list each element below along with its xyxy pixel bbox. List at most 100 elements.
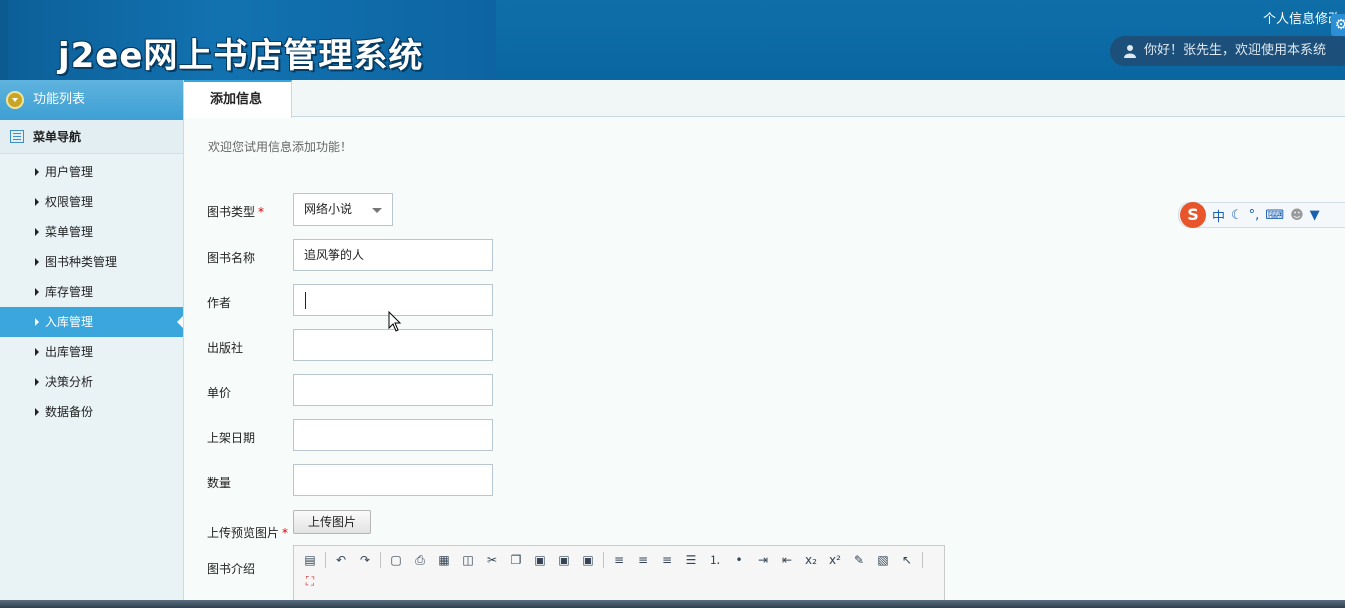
caret-right-icon (35, 288, 39, 296)
sidebar-item-inventory-management[interactable]: 库存管理 (0, 277, 183, 307)
print-icon[interactable]: ⎙ (410, 551, 430, 569)
welcome-text: 你好！张先生，欢迎使用本系统 (1144, 43, 1327, 58)
outdent-icon[interactable]: ⇤ (777, 551, 797, 569)
upload-image-button[interactable]: 上传图片 (293, 510, 371, 534)
ime-mode[interactable]: 中 (1212, 206, 1225, 225)
profile-edit-link[interactable]: 个人信息修改 (1263, 8, 1341, 27)
publisher-label: 出版社 (207, 341, 244, 355)
keyboard-icon[interactable]: ⌨ (1265, 208, 1284, 223)
author-label: 作者 (207, 296, 232, 310)
sidebar-item-book-category-management[interactable]: 图书种类管理 (0, 247, 183, 277)
ime-logo: S (1180, 202, 1206, 228)
sidebar-item-decision-analysis[interactable]: 决策分析 (0, 367, 183, 397)
app-header: j2ee网上书店管理系统 个人信息修改 ⚙ 你好！张先生，欢迎使用本系统 (0, 0, 1345, 80)
function-list-header[interactable]: 功能列表 (0, 80, 183, 120)
toolbar-separator (603, 552, 604, 568)
form-row-quantity: 数量 (207, 464, 607, 496)
sidebar-item-permission-management[interactable]: 权限管理 (0, 187, 183, 217)
toolbar-separator (380, 552, 381, 568)
align-center-icon[interactable]: ≡ (633, 551, 653, 569)
cut-icon[interactable]: ✂ (482, 551, 502, 569)
required-mark: * (282, 526, 289, 540)
editor-toolbar-row-1: ▤ ↶ ↷ ▢ ⎙ ▦ ◫ ✂ ❐ ▣ ▣ ▣ ≡ ≡ ≡ ☰ ⒈ • ⇥ ⇤ … (300, 550, 928, 570)
tab-add-info[interactable]: 添加信息 (184, 80, 292, 118)
pointer-icon[interactable]: ↖ (897, 551, 917, 569)
chevron-down-icon (372, 208, 382, 213)
form-row-author: 作者 (207, 284, 607, 316)
template-icon[interactable]: ▦ (434, 551, 454, 569)
caret-right-icon (35, 258, 39, 266)
sidebar-item-label: 库存管理 (45, 285, 94, 299)
select-all-icon[interactable]: ▧ (873, 551, 893, 569)
upload-label-text: 上传预览图片 (207, 526, 280, 540)
upload-label: 上传预览图片 * (207, 524, 288, 541)
welcome-message: 你好！张先生，欢迎使用本系统 (1110, 36, 1345, 66)
quantity-field[interactable] (293, 464, 493, 496)
function-list-label: 功能列表 (33, 92, 86, 107)
caret-right-icon (35, 318, 39, 326)
user-icon (1124, 45, 1136, 58)
book-intro-label: 图书介绍 (207, 562, 256, 576)
paste-word-icon[interactable]: ▣ (578, 551, 598, 569)
main-content: 添加信息 欢迎您试用信息添加功能！ 图书类型 * 网络小说 图书名称 追风筝的人 … (184, 80, 1345, 608)
nav-list: 用户管理 权限管理 菜单管理 图书种类管理 库存管理 入库管理 出库管理 决策分… (0, 157, 183, 427)
subscript-icon[interactable]: x₂ (801, 551, 821, 569)
shirt-icon[interactable]: ▼ (1310, 208, 1320, 223)
clear-format-icon[interactable]: ✎ (849, 551, 869, 569)
superscript-icon[interactable]: x² (825, 551, 845, 569)
form-row-book-name: 图书名称 追风筝的人 (207, 239, 607, 271)
sidebar-item-label: 图书种类管理 (45, 255, 118, 269)
moon-icon[interactable]: ☾ (1231, 208, 1243, 223)
sidebar-item-stock-in-management[interactable]: 入库管理 (0, 307, 183, 337)
book-type-selected-value: 网络小说 (304, 202, 353, 216)
shelf-date-label: 上架日期 (207, 431, 256, 445)
caret-right-icon (35, 408, 39, 416)
book-type-label: 图书类型 * (207, 203, 264, 220)
indent-icon[interactable]: ⇥ (753, 551, 773, 569)
paste-icon[interactable]: ▣ (530, 551, 550, 569)
form-row-publisher: 出版社 (207, 329, 607, 361)
sidebar-item-label: 入库管理 (45, 315, 94, 329)
caret-right-icon (35, 378, 39, 386)
sidebar-item-label: 用户管理 (45, 165, 94, 179)
align-justify-icon[interactable]: ☰ (681, 551, 701, 569)
menu-nav-header[interactable]: 菜单导航 (0, 120, 183, 154)
fullscreen-icon[interactable]: ⛶ (300, 572, 320, 590)
quantity-label: 数量 (207, 476, 232, 490)
preview-icon[interactable]: ▢ (386, 551, 406, 569)
code-icon[interactable]: ◫ (458, 551, 478, 569)
toolbar-separator (325, 552, 326, 568)
rich-text-editor[interactable]: ▤ ↶ ↷ ▢ ⎙ ▦ ◫ ✂ ❐ ▣ ▣ ▣ ≡ ≡ ≡ ☰ ⒈ • ⇥ ⇤ … (293, 545, 945, 608)
ordered-list-icon[interactable]: ⒈ (705, 551, 725, 569)
price-field[interactable] (293, 374, 493, 406)
settings-corner-icon[interactable]: ⚙ (1331, 14, 1345, 36)
text-caret (305, 292, 306, 309)
shelf-date-field[interactable] (293, 419, 493, 451)
caret-right-icon (35, 228, 39, 236)
paste-text-icon[interactable]: ▣ (554, 551, 574, 569)
sidebar-item-user-management[interactable]: 用户管理 (0, 157, 183, 187)
undo-icon[interactable]: ↶ (331, 551, 351, 569)
copy-icon[interactable]: ❐ (506, 551, 526, 569)
publisher-field[interactable] (293, 329, 493, 361)
sidebar-item-label: 决策分析 (45, 375, 94, 389)
chevron-down-icon (6, 91, 24, 109)
list-icon (10, 130, 24, 143)
user-avatar-icon[interactable]: ☻ (1290, 208, 1304, 223)
sidebar-item-data-backup[interactable]: 数据备份 (0, 397, 183, 427)
sidebar-item-menu-management[interactable]: 菜单管理 (0, 217, 183, 247)
sidebar-item-stock-out-management[interactable]: 出库管理 (0, 337, 183, 367)
book-name-field[interactable]: 追风筝的人 (293, 239, 493, 271)
punctuation-icon[interactable]: °, (1249, 208, 1260, 223)
os-taskbar (0, 600, 1345, 608)
book-type-select[interactable]: 网络小说 (293, 193, 393, 226)
sidebar-item-label: 菜单管理 (45, 225, 94, 239)
sidebar-item-label: 出库管理 (45, 345, 94, 359)
redo-icon[interactable]: ↷ (355, 551, 375, 569)
editor-toolbar-row-2: ⛶ (300, 571, 324, 591)
align-right-icon[interactable]: ≡ (657, 551, 677, 569)
source-icon[interactable]: ▤ (300, 551, 320, 569)
ime-toolbar[interactable]: S 中 ☾ °, ⌨ ☻ ▼ (1178, 202, 1345, 228)
align-left-icon[interactable]: ≡ (609, 551, 629, 569)
unordered-list-icon[interactable]: • (729, 551, 749, 569)
